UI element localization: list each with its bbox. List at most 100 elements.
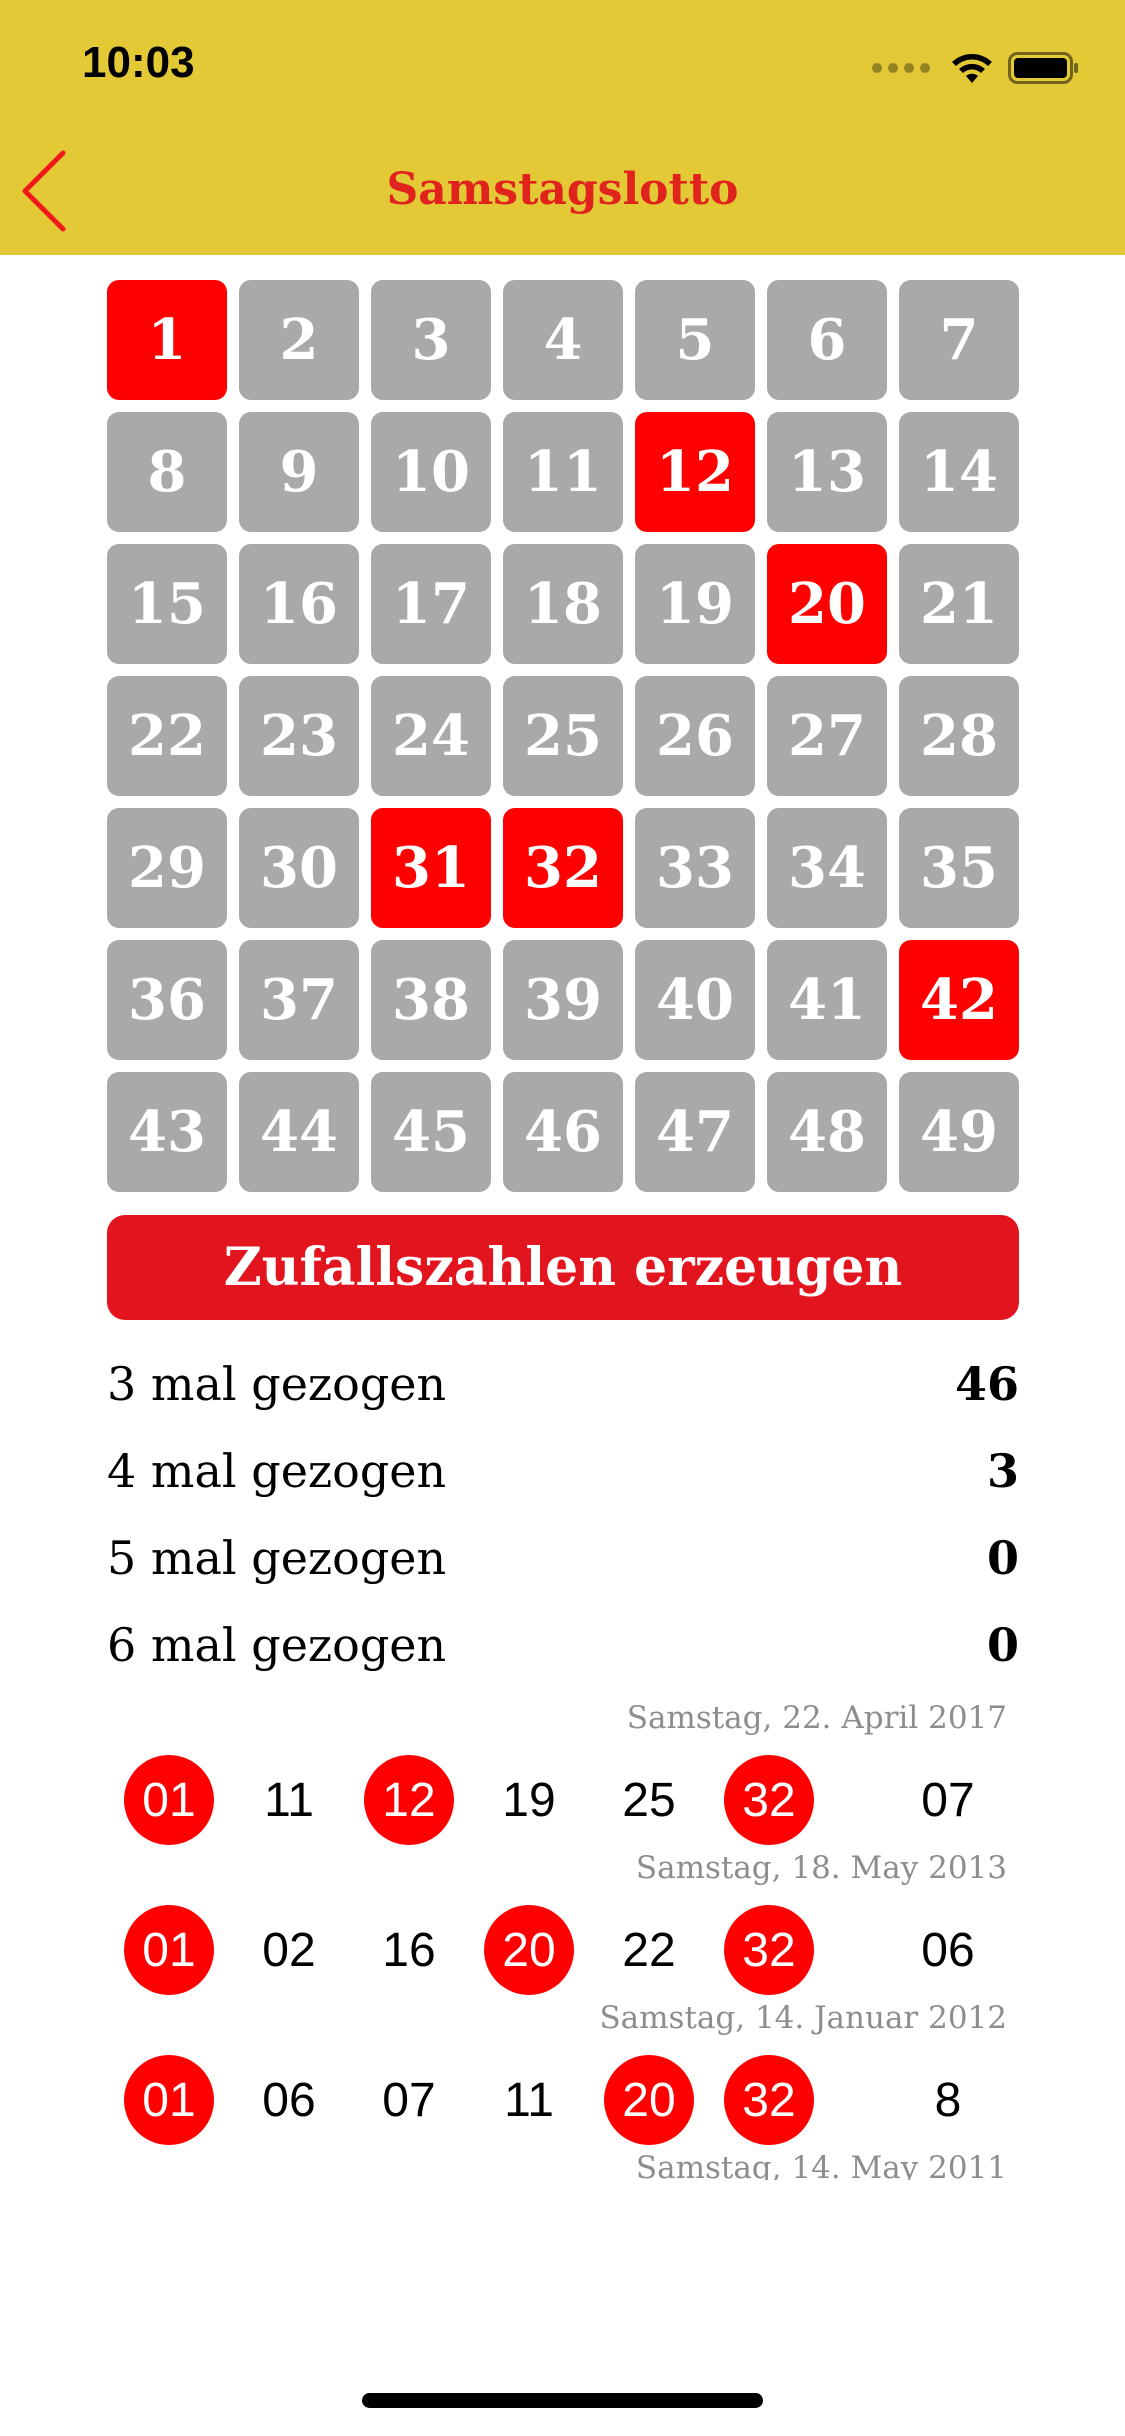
number-cell-17[interactable]: 17 [371,544,491,664]
number-cell-5[interactable]: 5 [635,280,755,400]
number-cell-26[interactable]: 26 [635,676,755,796]
stat-row: 4 mal gezogen 3 [107,1427,1019,1514]
matched-number-ball: 12 [364,1755,454,1845]
matched-number-ball: 01 [124,2055,214,2145]
number-cell-12[interactable]: 12 [635,412,755,532]
status-time: 10:03 [82,38,195,87]
number-cell-46[interactable]: 46 [503,1072,623,1192]
number-cell-19[interactable]: 19 [635,544,755,664]
draw-history-list[interactable]: Samstag, 22. April 2017 01 11 12 19 25 32 07 Sam… [0,1700,1125,2180]
number-cell-15[interactable]: 15 [107,544,227,664]
drawn-number: 16 [382,1923,436,1977]
stat-value: 0 [986,1530,1019,1585]
number-cell-25[interactable]: 25 [503,676,623,796]
home-indicator[interactable] [362,2393,763,2408]
draw-date: Samstag, 14. Januar 2012 [599,2000,1007,2036]
matched-number-ball: 01 [124,1905,214,1995]
draw-date: Samstag, 22. April 2017 [626,1700,1007,1736]
number-cell-47[interactable]: 47 [635,1072,755,1192]
number-cell-16[interactable]: 16 [239,544,359,664]
number-cell-1[interactable]: 1 [107,280,227,400]
number-cell-23[interactable]: 23 [239,676,359,796]
drawn-number: 19 [502,1773,556,1827]
drawn-number: 11 [504,2073,554,2127]
stat-row: 5 mal gezogen 0 [107,1514,1019,1601]
matched-number-ball: 20 [604,2055,694,2145]
number-cell-4[interactable]: 4 [503,280,623,400]
number-cell-41[interactable]: 41 [767,940,887,1060]
number-cell-2[interactable]: 2 [239,280,359,400]
superzahl-number: 07 [921,1773,975,1827]
cellular-signal-icon [872,63,936,73]
number-cell-44[interactable]: 44 [239,1072,359,1192]
number-cell-43[interactable]: 43 [107,1072,227,1192]
status-indicators [872,48,1080,88]
number-cell-7[interactable]: 7 [899,280,1019,400]
number-grid: 1 2 3 4 5 6 7 8 9 10 11 12 13 14 15 16 17 18 19 20 21 22 23 24 2… [107,280,1021,1192]
matched-number-ball: 01 [124,1755,214,1845]
number-cell-21[interactable]: 21 [899,544,1019,664]
number-cell-18[interactable]: 18 [503,544,623,664]
drawn-number: 22 [622,1923,676,1977]
draw-date: Samstag, 18. May 2013 [635,1850,1007,1886]
generate-random-numbers-button[interactable]: Zufallszahlen erzeugen [107,1215,1019,1320]
number-cell-13[interactable]: 13 [767,412,887,532]
number-cell-35[interactable]: 35 [899,808,1019,928]
wifi-icon [952,54,992,83]
stat-label: 6 mal gezogen [107,1617,447,1672]
drawn-number: 11 [264,1773,314,1827]
matched-number-ball: 20 [484,1905,574,1995]
page-title: Samstagslotto [386,164,739,215]
battery-icon [1008,52,1078,84]
number-cell-37[interactable]: 37 [239,940,359,1060]
draw-list-item[interactable]: Samstag, 14. May 2011 [0,2150,1125,2180]
number-cell-38[interactable]: 38 [371,940,491,1060]
stat-label: 5 mal gezogen [107,1530,447,1585]
number-cell-24[interactable]: 24 [371,676,491,796]
nav-header: 10:03 Samstagslotto [0,0,1125,255]
draw-statistics: 3 mal gezogen 46 4 mal gezogen 3 5 mal gezog… [107,1340,1019,1688]
stat-value: 3 [986,1443,1019,1498]
drawn-number: 06 [262,2073,316,2127]
number-cell-3[interactable]: 3 [371,280,491,400]
number-cell-48[interactable]: 48 [767,1072,887,1192]
number-cell-10[interactable]: 10 [371,412,491,532]
matched-number-ball: 32 [724,1755,814,1845]
number-cell-28[interactable]: 28 [899,676,1019,796]
superzahl-number: 8 [934,2073,962,2127]
number-cell-39[interactable]: 39 [503,940,623,1060]
superzahl-number: 06 [921,1923,975,1977]
number-cell-49[interactable]: 49 [899,1072,1019,1192]
number-cell-42[interactable]: 42 [899,940,1019,1060]
number-cell-8[interactable]: 8 [107,412,227,532]
drawn-number: 07 [382,2073,436,2127]
stat-row: 3 mal gezogen 46 [107,1340,1019,1427]
stat-label: 3 mal gezogen [107,1356,447,1411]
number-cell-34[interactable]: 34 [767,808,887,928]
number-cell-14[interactable]: 14 [899,412,1019,532]
number-cell-29[interactable]: 29 [107,808,227,928]
matched-number-ball: 32 [724,1905,814,1995]
draw-list-item[interactable]: Samstag, 22. April 2017 01 11 12 19 25 32 07 [0,1700,1125,1850]
number-cell-40[interactable]: 40 [635,940,755,1060]
number-cell-20[interactable]: 20 [767,544,887,664]
drawn-number: 25 [622,1773,676,1827]
matched-number-ball: 32 [724,2055,814,2145]
stat-value: 0 [986,1617,1019,1672]
number-cell-45[interactable]: 45 [371,1072,491,1192]
stat-value: 46 [954,1356,1019,1411]
number-cell-31[interactable]: 31 [371,808,491,928]
draw-list-item[interactable]: Samstag, 14. Januar 2012 01 06 07 11 20 32 8 [0,2000,1125,2150]
number-cell-6[interactable]: 6 [767,280,887,400]
number-cell-32[interactable]: 32 [503,808,623,928]
stat-label: 4 mal gezogen [107,1443,447,1498]
number-cell-27[interactable]: 27 [767,676,887,796]
number-cell-36[interactable]: 36 [107,940,227,1060]
number-cell-22[interactable]: 22 [107,676,227,796]
number-cell-9[interactable]: 9 [239,412,359,532]
number-cell-11[interactable]: 11 [503,412,623,532]
number-cell-30[interactable]: 30 [239,808,359,928]
draw-list-item[interactable]: Samstag, 18. May 2013 01 02 16 20 22 32 06 [0,1850,1125,2000]
number-cell-33[interactable]: 33 [635,808,755,928]
drawn-number: 02 [262,1923,316,1977]
